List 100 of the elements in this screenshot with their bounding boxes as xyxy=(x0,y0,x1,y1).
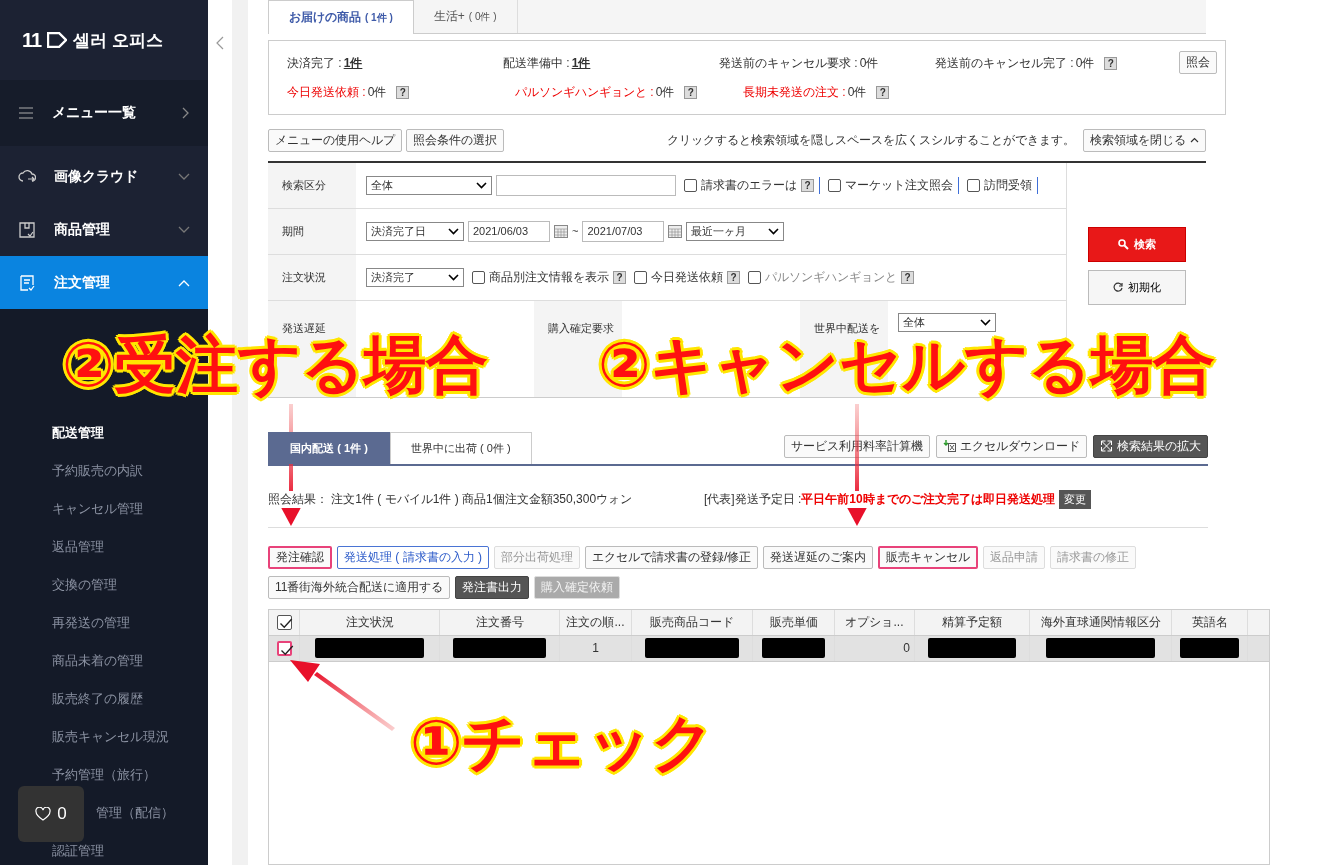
status-count: 0件 xyxy=(847,84,867,102)
action-button[interactable]: エクセルで請求書の登録/修正 xyxy=(585,545,759,569)
dropdown[interactable]: 全体 xyxy=(366,175,492,195)
checkbox[interactable] xyxy=(276,614,292,630)
action-button[interactable]: 販売キャンセル xyxy=(878,545,979,569)
status-count-link[interactable]: 1件 xyxy=(571,55,591,73)
tab[interactable]: 国内配送 ( 1件 ) xyxy=(268,431,390,464)
help-icon[interactable]: ? xyxy=(801,178,814,192)
toolbar-button[interactable]: メニューの使用ヘルプ xyxy=(268,128,402,152)
tab[interactable]: お届けの商品 ( 1件 ) xyxy=(268,0,414,35)
sidebar-item[interactable]: 再発送の管理 xyxy=(52,604,130,642)
checkbox[interactable] xyxy=(684,178,697,192)
column-header[interactable]: 海外直球通関情報区分 xyxy=(1030,609,1172,635)
dropdown[interactable]: 最近一ヶ月 xyxy=(686,221,785,241)
action-button[interactable]: 発送遅延のご案内 xyxy=(763,545,874,569)
checkbox-label: 商品別注文情報を表示 xyxy=(489,268,609,286)
dropdown[interactable]: 決済完了 xyxy=(366,267,464,287)
column-header[interactable]: 精算予定額 xyxy=(915,609,1030,635)
column-header[interactable]: 注文の順... xyxy=(560,609,632,635)
table-cell: 1 xyxy=(560,635,632,661)
action-button[interactable]: 発注確認 xyxy=(268,545,332,569)
calendar-icon xyxy=(668,224,683,238)
toolbar-button[interactable]: サービス利用料率計算機 xyxy=(784,434,930,458)
calendar-icon xyxy=(554,224,568,238)
chevron-down-icon xyxy=(476,181,487,189)
tab[interactable]: 世界中に出荷 ( 0件 ) xyxy=(390,431,532,464)
chevron-down-icon xyxy=(448,227,459,235)
status-label: 決済完了 : xyxy=(287,55,342,73)
box-icon xyxy=(18,220,36,239)
status-label: 配送準備中 : xyxy=(503,55,570,73)
help-icon[interactable]: ? xyxy=(684,86,698,100)
sidebar-group[interactable]: 商品管理 xyxy=(0,203,208,256)
app-title: 셀러 오피스 xyxy=(73,29,163,52)
action-button[interactable]: 発送処理 ( 請求書の入力 ) xyxy=(337,545,489,569)
column-header[interactable]: 注文番号 xyxy=(440,609,560,635)
status-label: 今日発送依頼 : xyxy=(287,84,366,102)
sidebar-item[interactable]: キャンセル管理 xyxy=(52,490,143,528)
date-field[interactable]: 2021/07/03 xyxy=(582,220,665,242)
excel-download-icon xyxy=(943,440,956,453)
search-icon xyxy=(1117,238,1129,250)
help-icon[interactable]: ? xyxy=(1104,57,1118,71)
help-icon[interactable]: ? xyxy=(876,86,890,100)
status-count: 0件 xyxy=(367,84,387,102)
action-button[interactable]: 11番街海外統合配送に適用する xyxy=(268,575,451,599)
group-label: 商品管理 xyxy=(54,220,110,239)
sidebar-item[interactable]: 返品管理 xyxy=(52,528,104,566)
toolbar-button[interactable]: エクセルダウンロード xyxy=(936,434,1087,458)
checkbox[interactable] xyxy=(828,178,841,192)
chevron-down-icon xyxy=(980,318,991,326)
column-header[interactable]: 注文状況 xyxy=(300,609,440,635)
hint-text: クリックすると検索領域を隠しスペースを広くスシルすることができます。 xyxy=(667,131,1075,149)
status-label: 発送前のキャンセル完了 : xyxy=(935,55,1074,73)
checkbox-label: 今日発送依頼 xyxy=(651,268,723,286)
status-count: 0件 xyxy=(859,55,879,73)
sidebar-item[interactable]: 管理（配信） xyxy=(96,794,174,832)
checkbox[interactable] xyxy=(472,270,485,284)
inquiry-button[interactable]: 照会 xyxy=(1179,51,1217,75)
sidebar-item[interactable]: 予約販売の内訳 xyxy=(52,452,143,490)
column-header[interactable]: 販売商品コード xyxy=(632,609,753,635)
search-button[interactable]: 検索 xyxy=(1087,226,1186,262)
sidebar-item[interactable]: 配送管理 xyxy=(52,414,104,452)
help-icon[interactable]: ? xyxy=(727,270,740,284)
reset-button[interactable]: 初期化 xyxy=(1087,269,1186,305)
action-button[interactable]: 発注書出力 xyxy=(455,575,530,599)
dropdown[interactable]: 決済完了日 xyxy=(366,221,464,241)
help-icon[interactable]: ? xyxy=(613,270,626,284)
toolbar-button[interactable]: 照会条件の選択 xyxy=(406,128,504,152)
sidebar-item[interactable]: 販売終了の履歴 xyxy=(52,680,143,718)
checkbox[interactable] xyxy=(276,640,292,656)
checkbox[interactable] xyxy=(634,270,647,284)
checkbox[interactable] xyxy=(967,178,980,192)
status-label: 長期未発送の注文 : xyxy=(743,84,846,102)
table-cell: 0 xyxy=(835,635,915,661)
table-row[interactable]: 1 0 xyxy=(269,635,1269,662)
checkbox-label: マーケット注文照会 xyxy=(845,176,953,194)
sidebar-item[interactable]: 商品未着の管理 xyxy=(52,642,143,680)
status-label: パルソンギハンギョンと : xyxy=(515,84,654,102)
expand-icon xyxy=(1100,440,1113,453)
help-icon[interactable]: ? xyxy=(396,86,410,100)
sidebar-group[interactable]: 注文管理 xyxy=(0,256,208,309)
dropdown[interactable]: 全体 xyxy=(898,312,996,332)
sidebar-item[interactable]: 販売キャンセル現況 xyxy=(52,718,169,756)
column-header[interactable]: オプショ... xyxy=(835,609,915,635)
date-field[interactable]: 2021/06/03 xyxy=(468,220,550,242)
status-count-link[interactable]: 1件 xyxy=(343,55,363,73)
checkbox-label: 請求書のエラーは xyxy=(701,176,797,194)
group-label: 注文管理 xyxy=(54,273,110,292)
sidebar-item[interactable]: 交換の管理 xyxy=(52,566,117,604)
sidebar-group[interactable]: 画像クラウド xyxy=(0,150,208,203)
ship-date-label: [代表]発送予定日 : xyxy=(704,490,802,508)
like-badge[interactable]: 0 xyxy=(18,786,84,842)
input-field[interactable] xyxy=(496,174,676,196)
status-label: 発送前のキャンセル要求 : xyxy=(719,55,858,73)
menu-label: メニュー一覧 xyxy=(52,104,136,122)
column-header[interactable]: 販売単価 xyxy=(753,609,835,635)
column-header[interactable]: 英語名 xyxy=(1172,609,1248,635)
change-button[interactable]: 変更 xyxy=(1058,489,1091,509)
collapse-search-button[interactable]: 検索領域を閉じる xyxy=(1083,128,1206,152)
toolbar-button[interactable]: 検索結果の拡大 xyxy=(1093,434,1208,458)
redaction-bar xyxy=(761,638,826,659)
